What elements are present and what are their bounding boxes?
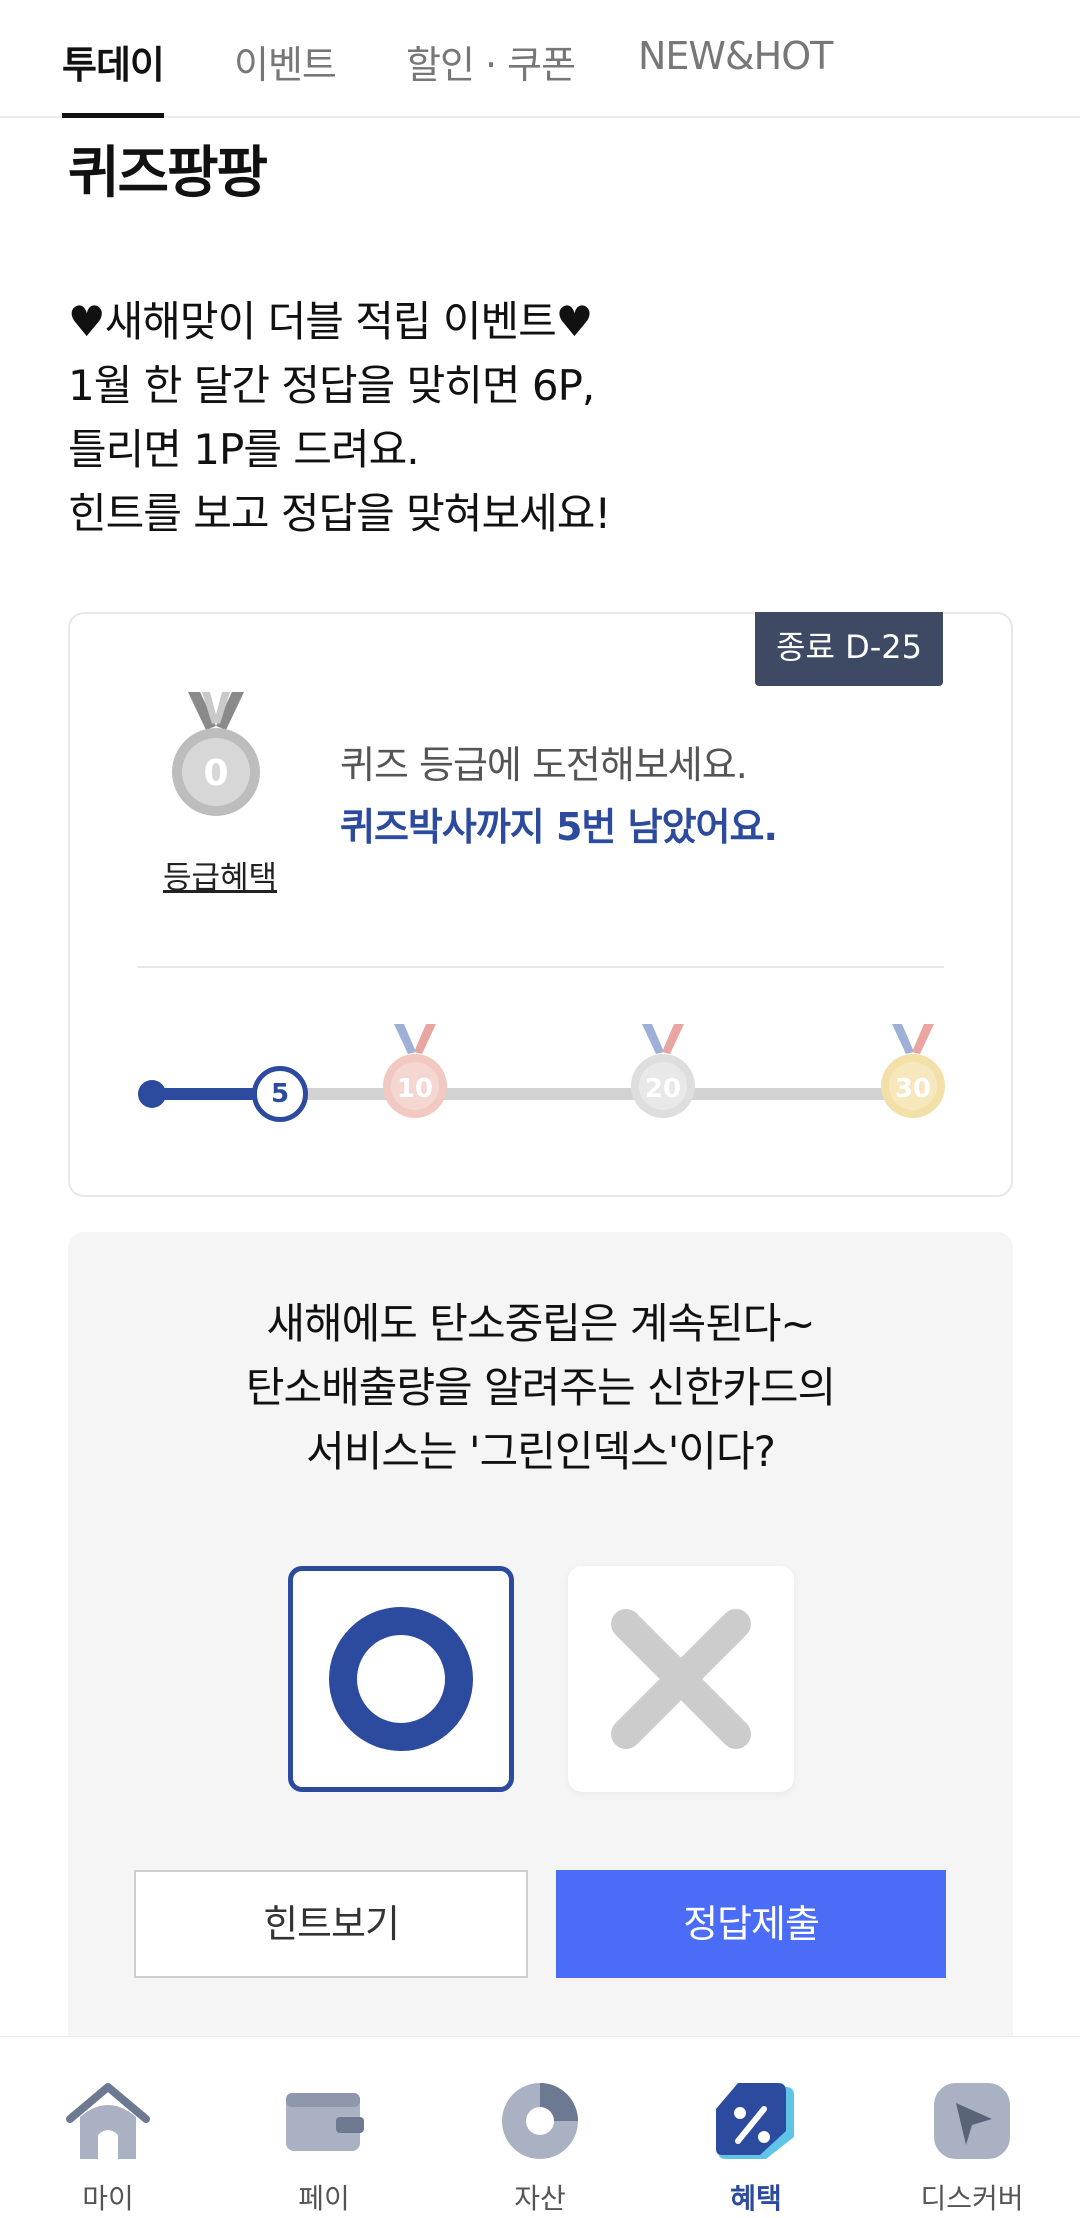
medal-icon: 0 (172, 692, 260, 816)
wallet-icon (286, 2093, 364, 2151)
question-line: 새해에도 탄소중립은 계속된다~ (266, 1299, 815, 1348)
gold-medal-icon: 30 (881, 1024, 945, 1118)
grade-progress-track: 5 10 20 30 (130, 1024, 960, 1134)
circle-o-icon (329, 1607, 473, 1751)
answer-o-button[interactable] (288, 1566, 514, 1792)
nav-item-assets[interactable]: 자산 (460, 2037, 620, 2218)
medal-number: 0 (203, 753, 228, 794)
answer-x-button[interactable] (568, 1566, 794, 1792)
event-description: ♥새해맞이 더블 적립 이벤트♥ 1월 한 달간 정답을 맞히면 6P, 틀리면… (68, 290, 611, 546)
pie-chart-icon (502, 2083, 578, 2159)
nav-item-my[interactable]: 마이 (28, 2037, 188, 2218)
question-line: 탄소배출량을 알려주는 신한카드의 (245, 1363, 836, 1412)
milestone-label: 20 (645, 1074, 681, 1104)
submit-answer-button[interactable]: 정답제출 (556, 1870, 946, 1978)
description-line: 틀리면 1P를 드려요. (68, 425, 420, 474)
silver-medal-icon: 20 (631, 1024, 695, 1118)
description-line: ♥새해맞이 더블 적립 이벤트♥ (68, 297, 593, 346)
current-count-marker: 5 (252, 1066, 308, 1122)
progress-track (210, 1088, 890, 1100)
remaining-count-text: 퀴즈박사까지 5번 남았어요. (340, 805, 778, 849)
quiz-grade-card: 종료 D-25 0 등급혜택 퀴즈 등급에 도전해보세요. 퀴즈박사까지 5번 … (68, 612, 1013, 1197)
bronze-medal-icon: 10 (383, 1024, 447, 1118)
grade-benefit-link[interactable]: 등급혜택 (150, 852, 290, 897)
nav-label: 디스커버 (920, 2182, 1024, 2215)
tab-events[interactable]: 이벤트 (234, 34, 337, 116)
cross-x-icon (611, 1609, 751, 1749)
challenge-text: 퀴즈 등급에 도전해보세요. (340, 743, 748, 787)
divider (138, 966, 944, 968)
hint-button[interactable]: 힌트보기 (134, 1870, 528, 1978)
nav-item-discover[interactable]: 디스커버 (892, 2037, 1052, 2218)
home-icon (66, 2083, 150, 2159)
progress-fill (150, 1088, 260, 1100)
nav-label: 페이 (298, 2182, 350, 2215)
percent-tag-icon (716, 2083, 794, 2159)
page: 투데이 이벤트 할인 · 쿠폰 NEW&HOT 퀴즈팡팡 ♥새해맞이 더블 적립… (0, 0, 1080, 2218)
milestone-label: 30 (895, 1074, 931, 1104)
nav-item-pay[interactable]: 페이 (244, 2037, 404, 2218)
top-tab-bar: 투데이 이벤트 할인 · 쿠폰 NEW&HOT (0, 0, 1080, 118)
question-line: 서비스는 '그린인덱스'이다? (306, 1427, 776, 1476)
nav-label: 자산 (514, 2182, 566, 2215)
tab-today[interactable]: 투데이 (62, 34, 165, 118)
description-line: 1월 한 달간 정답을 맞히면 6P, (68, 361, 595, 410)
nav-label: 혜택 (730, 2182, 782, 2215)
tab-discount-coupon[interactable]: 할인 · 쿠폰 (406, 34, 576, 116)
dday-badge: 종료 D-25 (755, 612, 943, 686)
bottom-navigation: 마이 페이 자산 혜택 디스커버 (0, 2036, 1080, 2218)
page-title: 퀴즈팡팡 (68, 141, 268, 206)
nav-item-benefits[interactable]: 혜택 (676, 2037, 836, 2218)
description-line: 힌트를 보고 정답을 맞혀보세요! (68, 489, 611, 538)
tab-new-hot[interactable]: NEW&HOT (638, 34, 833, 116)
quiz-question: 새해에도 탄소중립은 계속된다~ 탄소배출량을 알려주는 신한카드의 서비스는 … (68, 1292, 1013, 1484)
milestone-label: 10 (397, 1074, 433, 1104)
compass-icon (934, 2083, 1010, 2159)
progress-start-dot (138, 1080, 166, 1108)
nav-label: 마이 (82, 2182, 134, 2215)
